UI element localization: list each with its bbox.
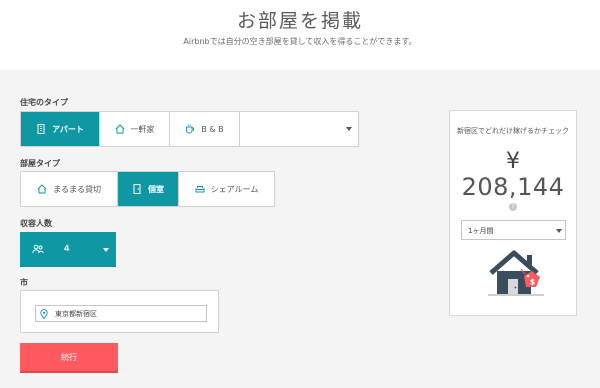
room-type-entire-label: まるまる貸切: [53, 184, 101, 194]
location-pin-icon: [40, 309, 48, 319]
svg-text:$: $: [530, 278, 536, 287]
cup-icon: [186, 124, 195, 134]
earnings-estimate-card: 新宿区でどれだけ稼げるかチェック ¥ 208,144 ? 1ヶ月間 $: [449, 110, 577, 316]
period-dropdown[interactable]: 1ヶ月間: [461, 220, 566, 240]
help-icon[interactable]: ?: [509, 203, 517, 211]
continue-button[interactable]: 続行: [20, 343, 118, 373]
guests-value: 4: [64, 244, 70, 253]
room-type-private[interactable]: 個室: [118, 172, 179, 206]
room-type-label: 部屋タイプ: [20, 159, 60, 168]
home-type-bnb[interactable]: B & B: [170, 112, 240, 146]
house-icon: [37, 184, 47, 194]
period-value: 1ヶ月間: [468, 227, 494, 235]
door-icon: [133, 184, 141, 194]
currency-symbol: ¥: [506, 149, 520, 174]
room-type-selector: まるまる貸切 個室 シェアルーム: [20, 171, 275, 207]
room-type-private-label: 個室: [148, 184, 164, 194]
home-type-more-dropdown[interactable]: [240, 112, 358, 146]
chevron-down-icon: [103, 248, 109, 252]
city-input[interactable]: 東京都新宿区: [35, 305, 207, 322]
page-subtitle: Airbnbでは自分の空き部屋を貸して収入を得ることができます。: [183, 37, 417, 46]
header: お部屋を掲載 Airbnbでは自分の空き部屋を貸して収入を得ることができます。: [0, 0, 600, 70]
guests-dropdown[interactable]: 4: [20, 232, 116, 267]
home-type-apartment[interactable]: アパート: [21, 112, 100, 146]
city-input-value: 東京都新宿区: [55, 310, 97, 318]
people-icon: [32, 244, 44, 254]
page-title: お部屋を掲載: [236, 10, 363, 32]
chevron-down-icon: [556, 229, 562, 233]
city-panel: 東京都新宿区: [20, 290, 219, 333]
home-type-label: 住宅のタイプ: [20, 98, 68, 107]
home-type-house-label: 一軒家: [130, 124, 155, 134]
building-icon: [37, 124, 45, 134]
home-type-bnb-label: B & B: [201, 124, 224, 134]
city-label: 市: [20, 278, 28, 287]
room-type-entire[interactable]: まるまる貸切: [21, 172, 118, 206]
house-icon: [115, 124, 124, 134]
home-type-selector: アパート 一軒家 B & B: [20, 111, 359, 147]
home-type-apartment-label: アパート: [52, 124, 84, 134]
home-type-house[interactable]: 一軒家: [100, 112, 170, 146]
room-type-shared-label: シェアルーム: [210, 184, 259, 194]
house-price-tag-icon: $: [488, 250, 544, 296]
chevron-down-icon: [346, 127, 352, 131]
estimate-title: 新宿区でどれだけ稼げるかチェック: [457, 127, 569, 135]
room-type-shared[interactable]: シェアルーム: [179, 172, 274, 206]
sofa-icon: [195, 186, 205, 193]
estimate-amount: 208,144: [461, 173, 565, 201]
guests-label: 収容人数: [20, 219, 52, 228]
